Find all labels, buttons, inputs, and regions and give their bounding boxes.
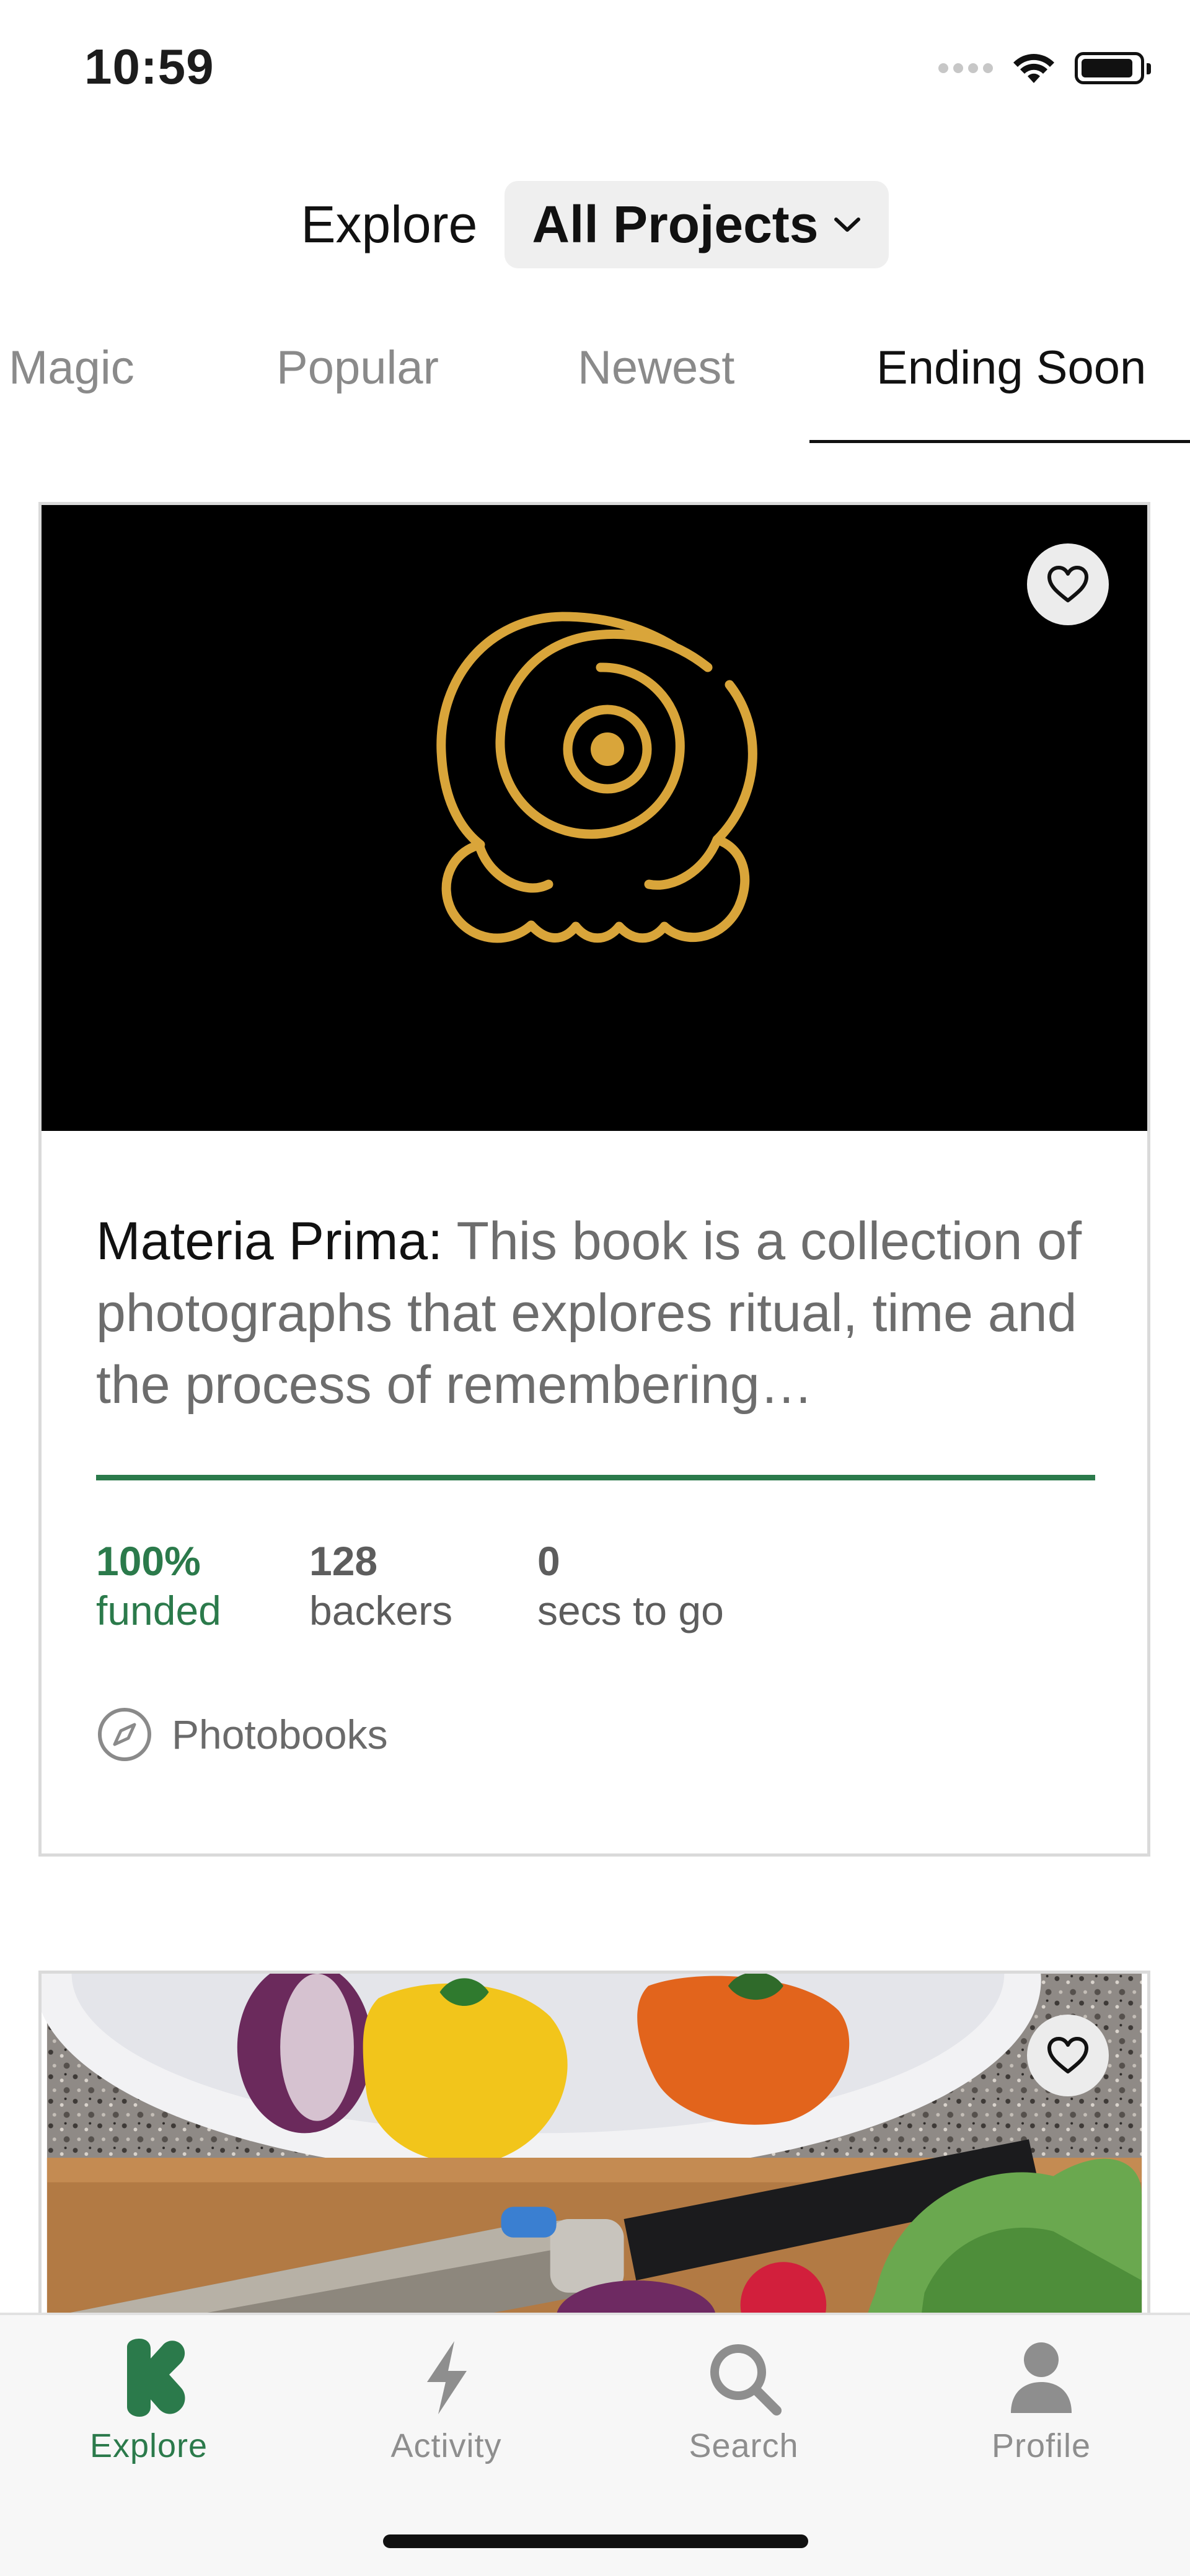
heart-icon [1047,2037,1088,2073]
tab-bar-label: Search [689,2427,799,2464]
tab-bar-activity[interactable]: Activity [335,2337,558,2465]
backers-stat: 128 backers [309,1536,452,1635]
profile-icon [1011,2342,1072,2413]
dropdown-value: All Projects [532,195,819,253]
tab-bar-explore[interactable]: Explore [37,2337,260,2465]
home-indicator [383,2534,808,2548]
time-left-label: secs to go [537,1588,724,1633]
backers-label: backers [309,1588,453,1633]
chevron-down-icon [834,217,861,232]
explore-screen: 10:59 Explore All Projects Magic Popular… [0,0,1190,2576]
status-time: 10:59 [84,39,214,94]
time-left-value: 0 [537,1538,560,1584]
battery-icon [1075,52,1151,84]
project-image [42,505,1147,1131]
tab-bar-profile[interactable]: Profile [930,2337,1153,2465]
wifi-icon [1013,54,1054,83]
kickstarter-k-icon [127,2339,185,2417]
heart-icon [1047,566,1088,602]
tab-magic[interactable]: Magic [9,341,134,395]
status-icons [938,51,1151,86]
project-name: Materia Prima: [96,1211,443,1271]
tab-bar-label: Profile [991,2427,1091,2464]
project-description: Materia Prima: This book is a collection… [96,1205,1113,1421]
compass-icon [98,1708,151,1761]
funded-stat: 100% funded [96,1536,221,1635]
project-category[interactable]: Photobooks [96,1706,388,1763]
tab-bar-label: Activity [390,2427,502,2464]
time-left-stat: 0 secs to go [537,1536,724,1635]
tab-bar-label: Explore [89,2427,208,2464]
save-project-button[interactable] [1027,543,1109,625]
tab-ending-soon[interactable]: Ending Soon [876,341,1146,395]
tab-popular[interactable]: Popular [276,341,439,395]
explore-header: Explore All Projects [0,181,1190,268]
active-tab-indicator [809,440,1190,443]
funded-value: 100% [96,1538,201,1584]
header-title: Explore [301,195,478,253]
lightning-icon [427,2341,467,2414]
golden-spiral-logo [436,612,757,943]
sort-tabs: Magic Popular Newest Ending Soon [0,328,1190,446]
funding-progress-bar [96,1475,1095,1480]
funding-progress-fill [96,1475,1095,1480]
backers-value: 128 [309,1538,378,1584]
save-project-button[interactable] [1027,2015,1109,2096]
all-projects-dropdown[interactable]: All Projects [505,181,889,268]
funded-label: funded [96,1588,221,1633]
project-card[interactable]: Materia Prima: This book is a collection… [38,502,1150,1857]
tab-bar-search[interactable]: Search [632,2337,855,2465]
cellular-signal-icon [938,63,993,73]
search-icon [710,2344,782,2416]
category-label: Photobooks [172,1712,388,1757]
tab-newest[interactable]: Newest [578,341,734,395]
